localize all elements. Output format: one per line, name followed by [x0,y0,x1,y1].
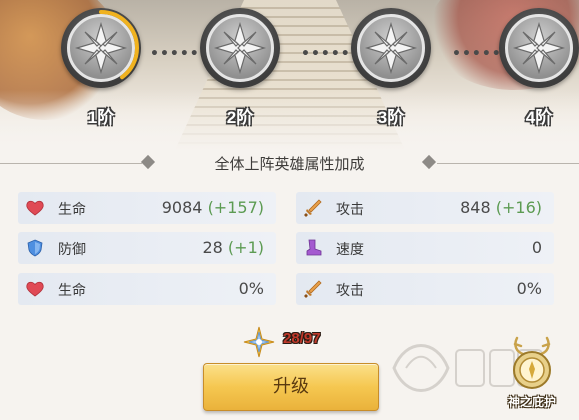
stat-name: 攻击 [336,202,364,218]
antler-emblem-icon [513,336,551,389]
rank-connector: ••••• [452,46,502,62]
flower-emblem-icon [213,21,267,75]
stat-name: 生命 [58,283,86,299]
stat-name: 攻击 [336,283,364,299]
stat-row-attack: 攻击 848 (+16) [296,192,554,224]
stat-value: 0% [516,279,542,298]
star-crystal-icon [243,326,275,358]
stat-row-attack-percent: 攻击 0% [296,273,554,305]
stat-row-speed: 速度 0 [296,232,554,264]
stat-name: 速度 [336,242,364,258]
stat-value: 848 (+16) [460,198,542,217]
rank-badge-1[interactable]: 1阶 [61,0,141,130]
divider [437,163,579,164]
divine-protection-button[interactable]: 神之庇护 [497,334,567,414]
flower-emblem-icon [364,21,418,75]
rank-connector: ••••• [150,46,200,62]
stat-bonus: (+16) [495,198,542,217]
rank-label: 2阶 [226,108,254,127]
stat-row-hp: 生命 9084 (+157) [18,192,276,224]
sword-icon [304,199,322,217]
stat-row-defense: 防御 28 (+1) [18,232,276,264]
heart-icon [26,200,44,216]
stat-name: 生命 [58,202,86,218]
stat-name: 防御 [58,242,86,258]
stat-bonus: (+157) [207,198,264,217]
rank-label: 1阶 [87,108,115,127]
stat-value: 0% [238,279,264,298]
rank-badge-2[interactable]: 2阶 [200,0,280,130]
heart-icon [26,281,44,297]
rank-label: 4阶 [525,108,553,127]
stat-value: 0 [531,238,542,257]
rank-emblem [61,8,141,88]
stat-value: 28 (+1) [202,238,264,257]
rank-connector: ••••• [301,46,351,62]
rank-emblem [499,8,579,88]
boot-icon [306,239,322,256]
rank-badge-4[interactable]: 4阶 [499,0,579,130]
flower-emblem-icon [512,21,566,75]
sword-icon [304,280,322,298]
divine-protection-label: 神之庇护 [507,395,556,409]
upgrade-progress: 28/97 [283,330,321,347]
rank-badge-3[interactable]: 3阶 [351,0,431,130]
rank-emblem [200,8,280,88]
upgrade-button[interactable]: 升级 [203,363,379,411]
stat-row-hp-percent: 生命 0% [18,273,276,305]
stat-bonus: (+1) [227,238,264,257]
rank-label: 3阶 [377,108,405,127]
section-header: 全体上阵英雄属性加成 [0,152,579,176]
stat-value: 9084 (+157) [161,198,264,217]
shield-icon [27,239,43,257]
rank-emblem [351,8,431,88]
rank-progress-arc [63,10,139,86]
